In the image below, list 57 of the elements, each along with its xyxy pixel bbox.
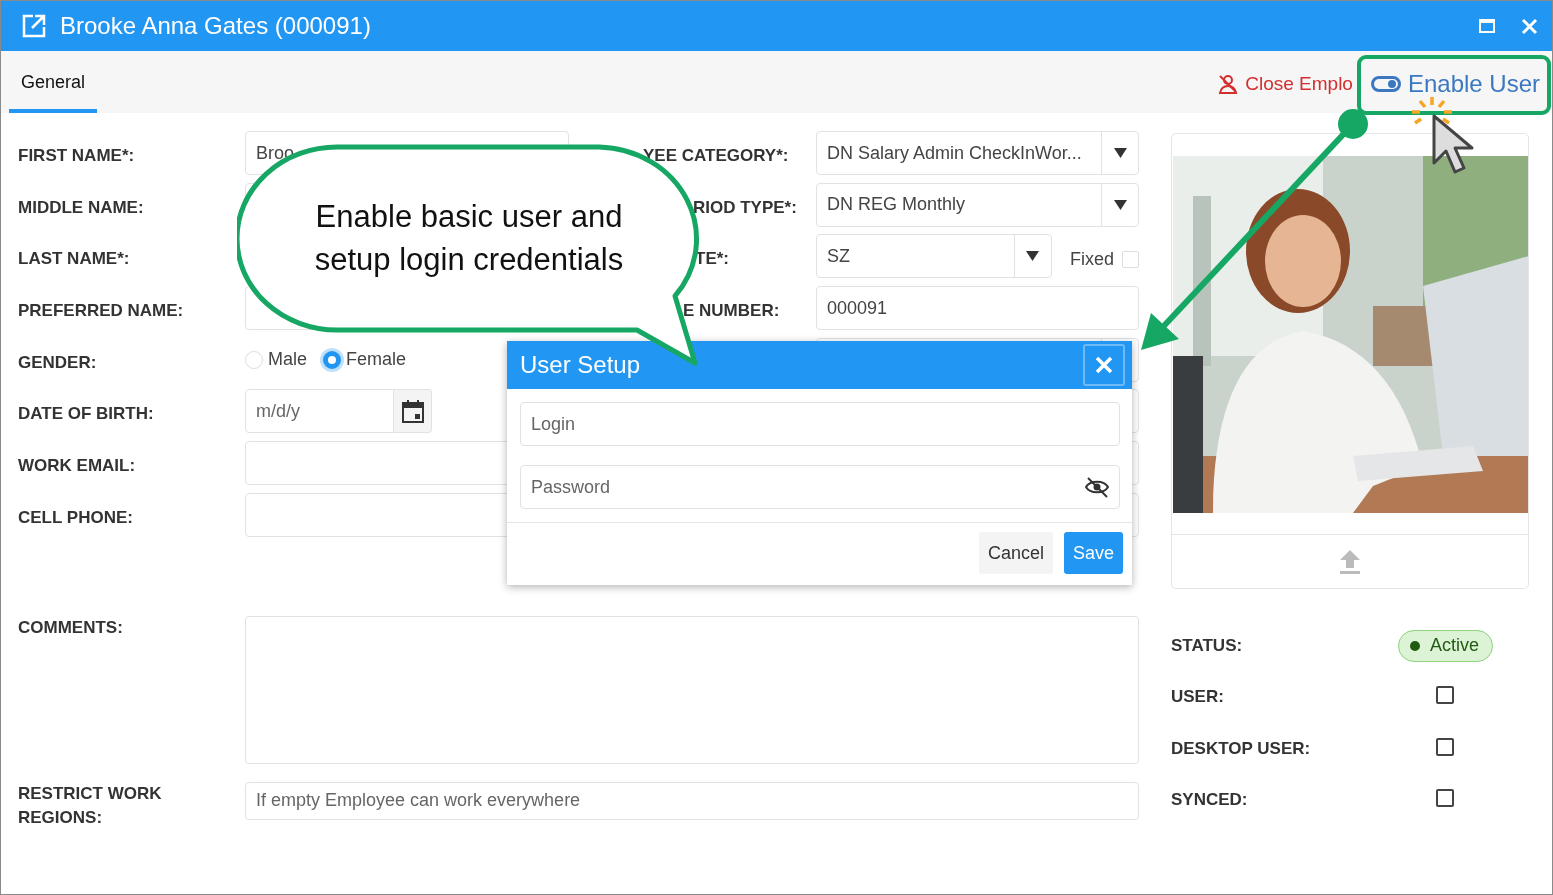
save-button[interactable]: Save xyxy=(1063,532,1123,574)
field-label: LAST NAME*: xyxy=(18,248,131,271)
field-label: DATE OF BIRTH: xyxy=(18,403,155,426)
maximize-icon[interactable] xyxy=(1479,19,1495,33)
field-label: USER: xyxy=(1171,687,1225,708)
close-icon[interactable] xyxy=(1521,17,1538,35)
date-field[interactable]: m/d/y xyxy=(245,389,394,434)
dropdown[interactable]: SZ xyxy=(816,234,1052,279)
caret-icon[interactable] xyxy=(1113,199,1127,210)
radio-label: Male xyxy=(268,349,307,371)
field-label: WORK EMAIL: xyxy=(18,455,137,478)
cancel-button[interactable]: Cancel xyxy=(978,532,1053,574)
eye-slash-icon[interactable] xyxy=(1085,476,1109,498)
radio-button[interactable] xyxy=(323,350,341,369)
field-label: SYNCED: xyxy=(1171,790,1249,811)
status-badge: Active xyxy=(1398,629,1494,662)
calendar-button[interactable] xyxy=(394,389,432,434)
tab[interactable]: General xyxy=(9,51,98,113)
field-label: DESKTOP USER: xyxy=(1171,738,1312,759)
radio-label: Female xyxy=(346,349,407,371)
field-label: E NUMBER: xyxy=(683,300,780,322)
caret-icon[interactable] xyxy=(1113,148,1127,158)
field-label: RESTRICT WORK REGIONS: xyxy=(18,782,163,829)
field-label: PREFERRED NAME: xyxy=(18,300,185,323)
field-label: FIRST NAME*: xyxy=(18,145,136,167)
checkbox[interactable] xyxy=(1436,686,1454,705)
field-label: TE*: xyxy=(695,248,729,270)
dropdown[interactable]: DN REG Monthly xyxy=(816,182,1139,227)
login-field[interactable]: Login xyxy=(520,402,1120,446)
calendar-icon xyxy=(401,399,424,424)
field-label: MIDDLE NAME: xyxy=(18,196,145,219)
click-burst-icon xyxy=(1410,96,1454,125)
enable-user-link[interactable]: Enable User xyxy=(1407,70,1540,98)
text-field[interactable]: 000091 xyxy=(816,286,1139,331)
dialog-title: User Setup xyxy=(520,351,641,379)
checkbox[interactable] xyxy=(1436,737,1454,756)
close-icon[interactable] xyxy=(1095,356,1113,374)
external-link-icon xyxy=(21,13,47,39)
text-field[interactable]: If empty Employee can work everywhere xyxy=(245,781,1139,820)
close-button[interactable] xyxy=(1083,344,1125,386)
caret-icon[interactable] xyxy=(1026,251,1040,262)
checkbox[interactable] xyxy=(1436,789,1454,808)
field-label: COMMENTS: xyxy=(18,616,124,639)
upload-icon[interactable] xyxy=(1339,549,1361,574)
toggle-icon[interactable] xyxy=(1370,76,1401,92)
field-label: STATUS: xyxy=(1171,635,1244,656)
field-label: YEE CATEGORY*: xyxy=(643,145,789,166)
checkbox-label: Fixed xyxy=(1070,248,1114,270)
password-field[interactable]: Password xyxy=(520,465,1120,509)
field-label: GENDER: xyxy=(18,351,98,374)
callout-text: Enable basic user and setup login credentials xyxy=(313,198,625,279)
person-slash-icon[interactable] xyxy=(1218,74,1239,94)
close-employee-link[interactable]: Close Emplo xyxy=(1245,73,1353,95)
field-label: RIOD TYPE*: xyxy=(693,196,797,218)
field-label: CELL PHONE: xyxy=(18,506,134,529)
window-title: Brooke Anna Gates (000091) xyxy=(60,12,372,40)
dropdown[interactable]: DN Salary Admin CheckInWor... xyxy=(816,131,1139,175)
